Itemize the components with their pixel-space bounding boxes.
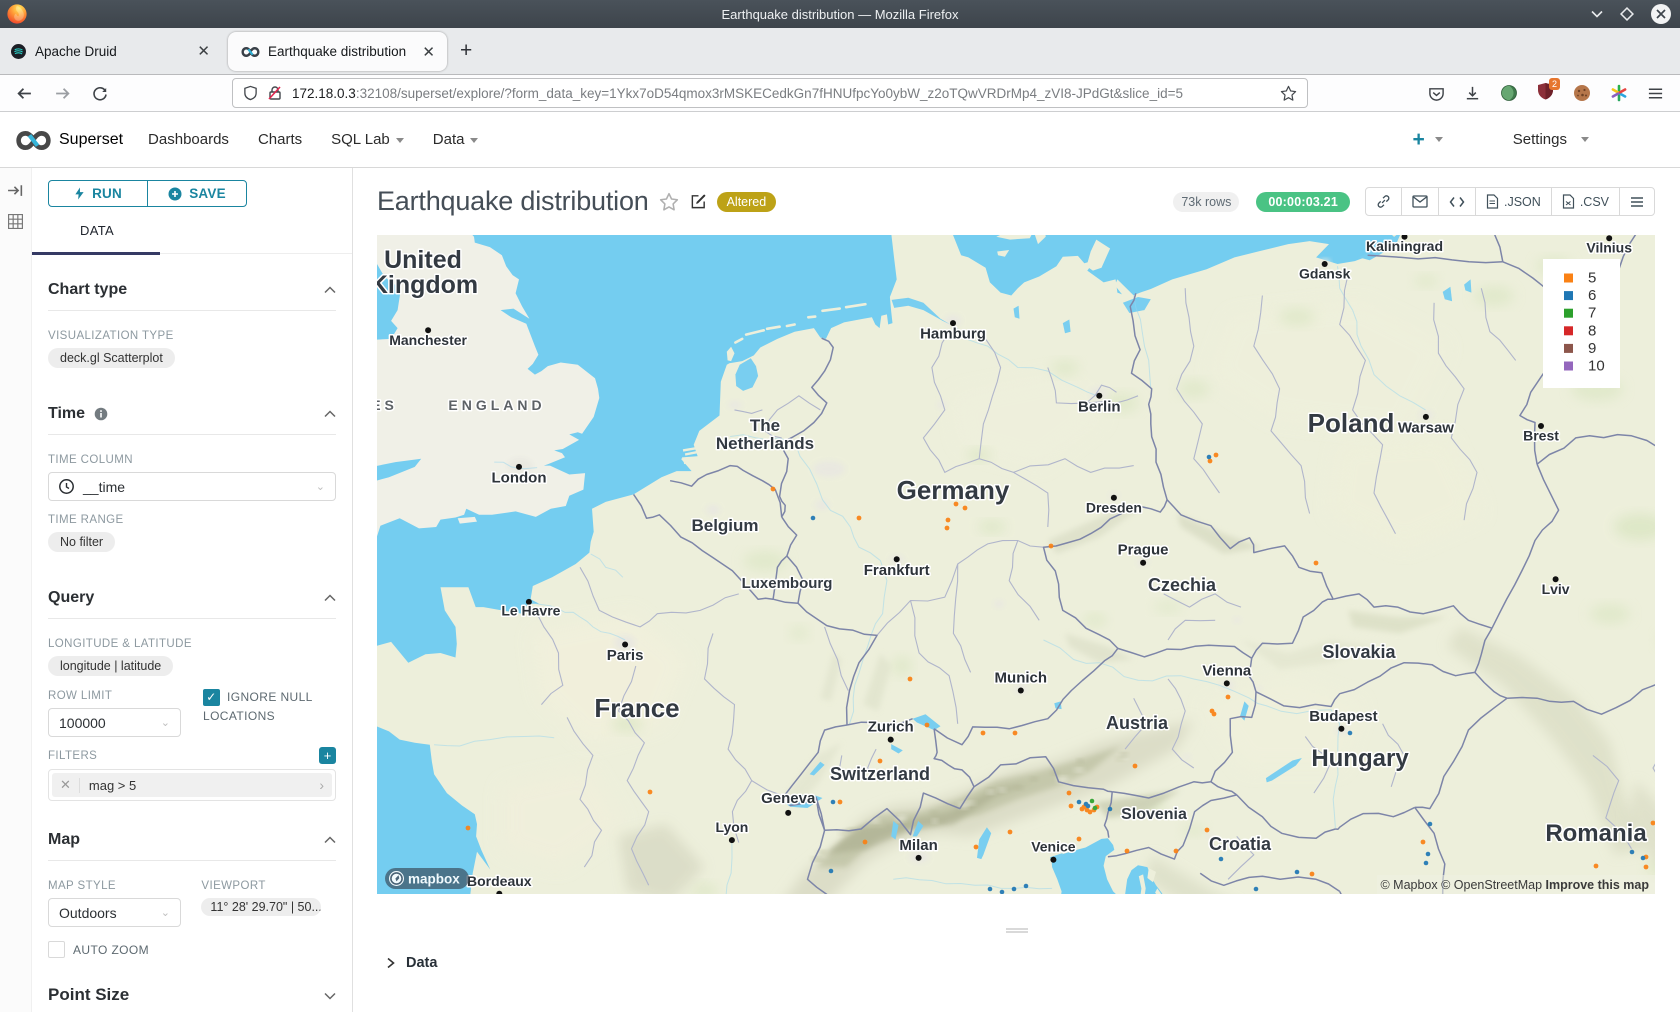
svg-text:Bordeaux: Bordeaux (467, 873, 532, 889)
svg-text:10: 10 (1588, 358, 1605, 375)
svg-text:Prague: Prague (1118, 542, 1169, 559)
svg-text:Geneva: Geneva (761, 790, 816, 807)
svg-text:Austria: Austria (1106, 713, 1169, 733)
svg-text:Slovenia: Slovenia (1121, 806, 1187, 823)
svg-text:Switzerland: Switzerland (830, 764, 930, 784)
svg-text:Romania: Romania (1545, 820, 1647, 847)
svg-text:Hungary: Hungary (1311, 745, 1409, 772)
svg-text:Luxembourg: Luxembourg (742, 575, 833, 592)
svg-text:Lyon: Lyon (715, 819, 748, 835)
svg-text:Warsaw: Warsaw (1398, 419, 1454, 436)
svg-text:6: 6 (1588, 287, 1596, 304)
svg-text:Vienna: Vienna (1202, 662, 1252, 679)
svg-text:Budapest: Budapest (1309, 708, 1377, 725)
svg-text:Belgium: Belgium (691, 516, 758, 535)
svg-text:mapbox: mapbox (408, 871, 460, 886)
svg-text:© Mapbox © OpenStreetMap Impro: © Mapbox © OpenStreetMap Improve this ma… (1380, 878, 1649, 892)
svg-text:Dresden: Dresden (1086, 499, 1142, 515)
svg-text:Manchester: Manchester (389, 332, 467, 348)
svg-text:Venice: Venice (1031, 839, 1076, 855)
svg-text:Brest: Brest (1523, 428, 1559, 444)
svg-text:8: 8 (1588, 322, 1596, 339)
svg-text:The: The (750, 416, 780, 435)
svg-text:London: London (492, 469, 547, 486)
svg-text:Le Havre: Le Havre (501, 602, 560, 618)
svg-text:Kingdom: Kingdom (377, 271, 478, 299)
svg-text:7: 7 (1588, 305, 1596, 322)
svg-text:Gdansk: Gdansk (1299, 266, 1351, 282)
svg-text:Czechia: Czechia (1148, 575, 1217, 595)
svg-text:Germany: Germany (897, 475, 1010, 505)
svg-text:Vilnius: Vilnius (1586, 240, 1632, 256)
svg-text:9: 9 (1588, 340, 1596, 357)
svg-text:Poland: Poland (1308, 408, 1395, 438)
svg-text:Lviv: Lviv (1542, 581, 1570, 597)
svg-text:Berlin: Berlin (1078, 398, 1121, 415)
svg-text:Frankfurt: Frankfurt (864, 562, 930, 579)
svg-text:WALES: WALES (377, 397, 398, 413)
svg-text:Zurich: Zurich (868, 719, 914, 736)
svg-text:ENGLAND: ENGLAND (448, 397, 545, 413)
svg-text:5: 5 (1588, 270, 1596, 287)
svg-text:Milan: Milan (899, 837, 937, 854)
svg-text:France: France (594, 693, 679, 723)
svg-text:Netherlands: Netherlands (716, 434, 814, 453)
svg-text:Croatia: Croatia (1209, 834, 1272, 854)
svg-text:Munich: Munich (995, 670, 1048, 687)
svg-text:Kaliningrad: Kaliningrad (1366, 238, 1443, 254)
svg-text:Paris: Paris (607, 647, 644, 664)
svg-text:Hamburg: Hamburg (920, 326, 986, 343)
svg-text:Slovakia: Slovakia (1322, 642, 1396, 662)
svg-text:United: United (384, 246, 462, 274)
